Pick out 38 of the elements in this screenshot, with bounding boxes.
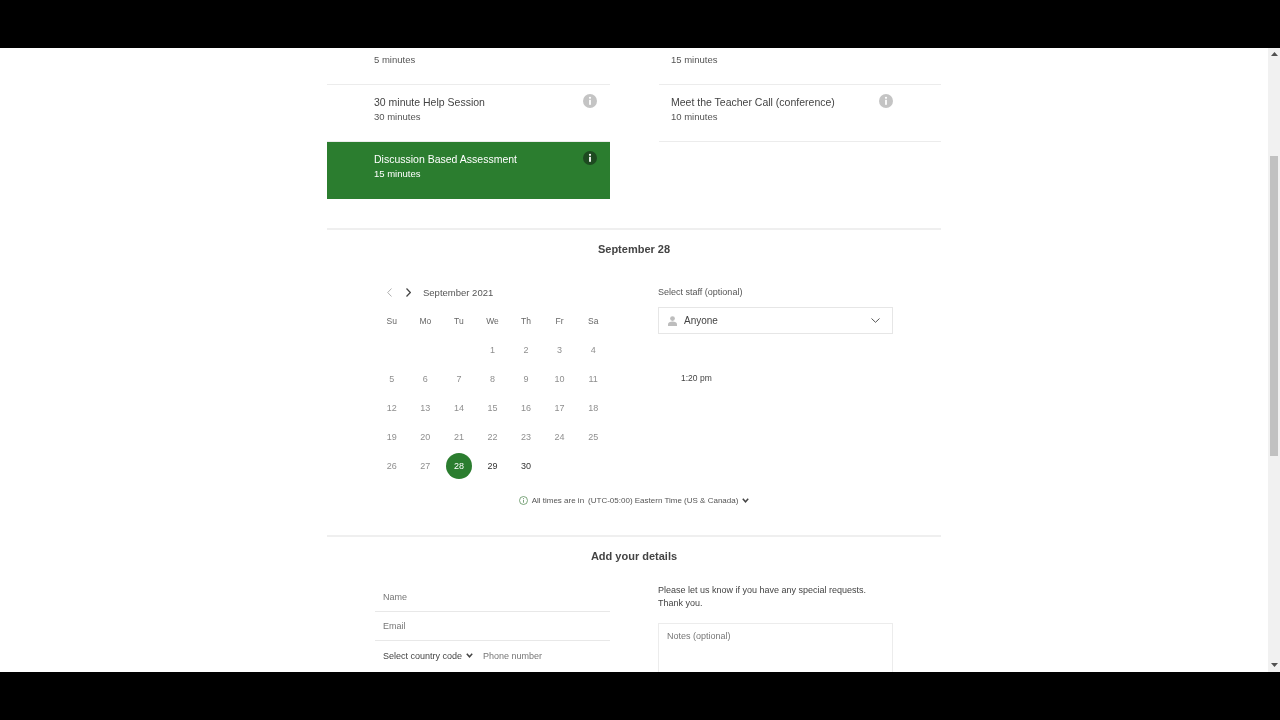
scroll-down-icon[interactable]	[1270, 663, 1278, 667]
section-heading: Add your details	[589, 549, 679, 563]
weekday-label: Mo	[419, 315, 432, 326]
weekday-label: Tu	[454, 315, 464, 326]
weekday-label: Sa	[588, 315, 599, 326]
scroll-up-icon[interactable]	[1270, 52, 1278, 56]
chevron-down-icon	[871, 318, 880, 323]
service-option[interactable]: 15 minutes	[659, 48, 941, 85]
weekday-label: Fr	[555, 315, 564, 326]
calendar-day[interactable]: 30	[513, 452, 540, 479]
caret-icon	[466, 653, 474, 658]
caret-icon	[742, 497, 750, 503]
info-icon[interactable]	[583, 151, 597, 165]
next-month-button[interactable]	[404, 286, 413, 298]
service-option[interactable]: Discussion Based Assessment 15 minutes	[327, 142, 610, 199]
time-slot[interactable]: 1:20 pm	[681, 371, 712, 385]
weekday-label: We	[486, 315, 499, 326]
timezone-label: All times are in	[531, 495, 585, 505]
scrollbar[interactable]	[1268, 48, 1280, 672]
staff-dropdown[interactable]: Anyone	[658, 307, 893, 334]
month-label: September 2021	[423, 286, 494, 298]
scrollbar-thumb[interactable]	[1270, 156, 1278, 456]
selected-date-heading: September 28	[596, 242, 672, 256]
calendar-day[interactable]: 28	[445, 452, 472, 479]
country-code-dropdown[interactable]: Select country code	[375, 650, 474, 661]
special-requests-text: Please let us know if you have any special requests. Thank you.	[658, 584, 868, 610]
service-option[interactable]: 5 minutes	[327, 48, 610, 85]
chevron-left-icon	[387, 287, 392, 297]
notes-field[interactable]: Notes (optional)	[658, 623, 893, 672]
staff-label: Select staff (optional)	[658, 286, 744, 299]
service-option[interactable]: Meet the Teacher Call (conference) 10 minutes	[659, 85, 941, 142]
person-icon	[668, 315, 677, 326]
chevron-right-icon	[406, 287, 411, 297]
calendar-day[interactable]: 29	[479, 452, 506, 479]
timezone-dropdown[interactable]: (UTC-05:00) Eastern Time (US & Canada)	[588, 495, 750, 505]
weekday-label: Su	[386, 315, 397, 326]
info-icon	[518, 495, 528, 505]
weekday-label: Th	[521, 315, 531, 326]
